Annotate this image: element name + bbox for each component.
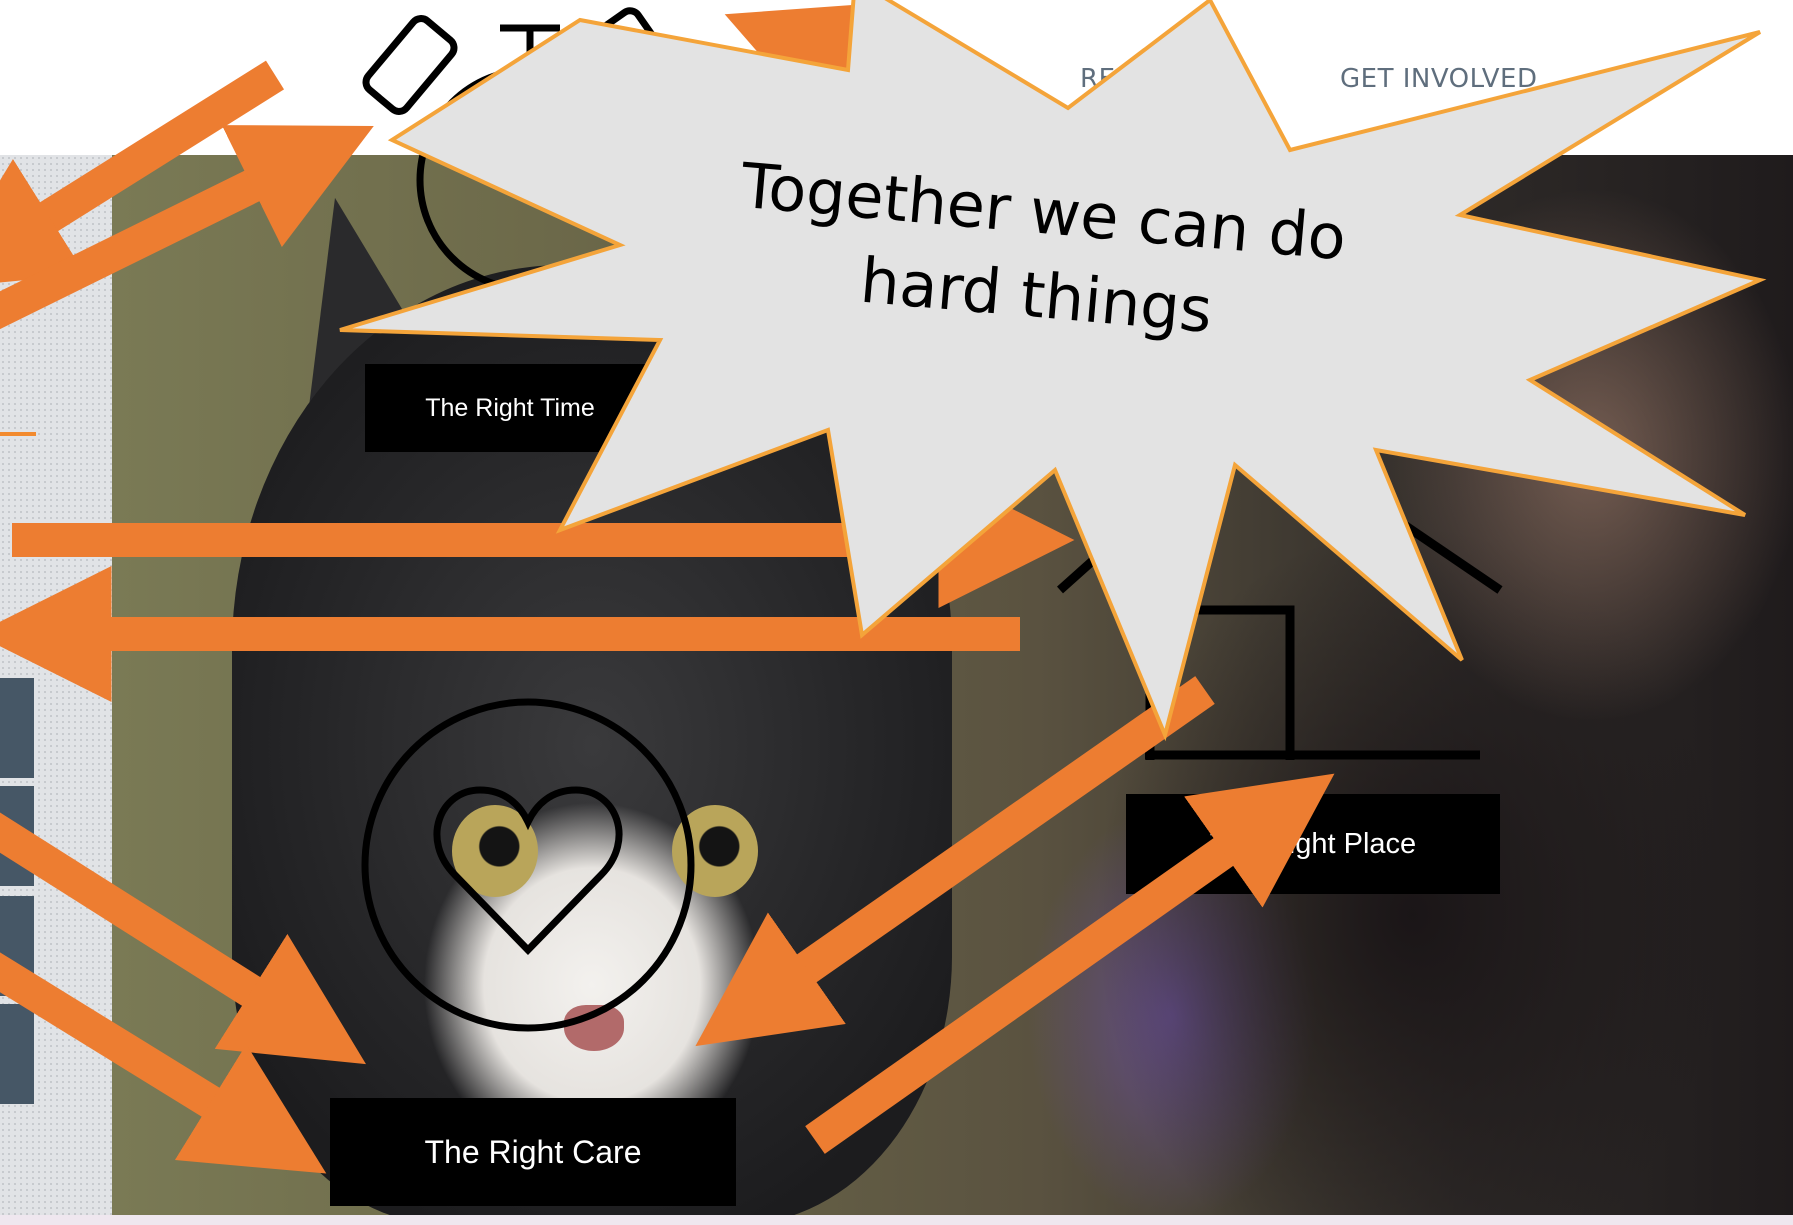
side-tab-3[interactable]: ›	[0, 896, 34, 996]
cat-nose	[564, 1005, 624, 1051]
bottom-strip	[0, 1215, 1793, 1225]
side-tab-2[interactable]: ›	[0, 786, 34, 886]
cat-eye-left	[452, 805, 538, 897]
caption-right-place[interactable]: The Right Place	[1126, 794, 1500, 894]
cat-eye-right	[672, 805, 758, 897]
top-nav-bar: ABOUT RE GET INVOLVED	[0, 0, 1793, 155]
nav-get-involved[interactable]: GET INVOLVED	[1340, 64, 1538, 94]
caption-right-time[interactable]: The Right Time	[365, 364, 655, 452]
caption-right-care[interactable]: The Right Care	[330, 1098, 736, 1206]
caption-right-care-label: The Right Care	[424, 1134, 642, 1170]
nav-re[interactable]: RE	[1080, 64, 1116, 94]
nav-about[interactable]: ABOUT	[556, 64, 649, 94]
caption-right-place-label: The Right Place	[1209, 828, 1417, 860]
caption-right-time-label: The Right Time	[425, 394, 595, 422]
side-tab-1[interactable]: ›	[0, 678, 34, 778]
side-tab-4[interactable]: ›	[0, 1004, 34, 1104]
left-accent-line	[0, 432, 36, 436]
